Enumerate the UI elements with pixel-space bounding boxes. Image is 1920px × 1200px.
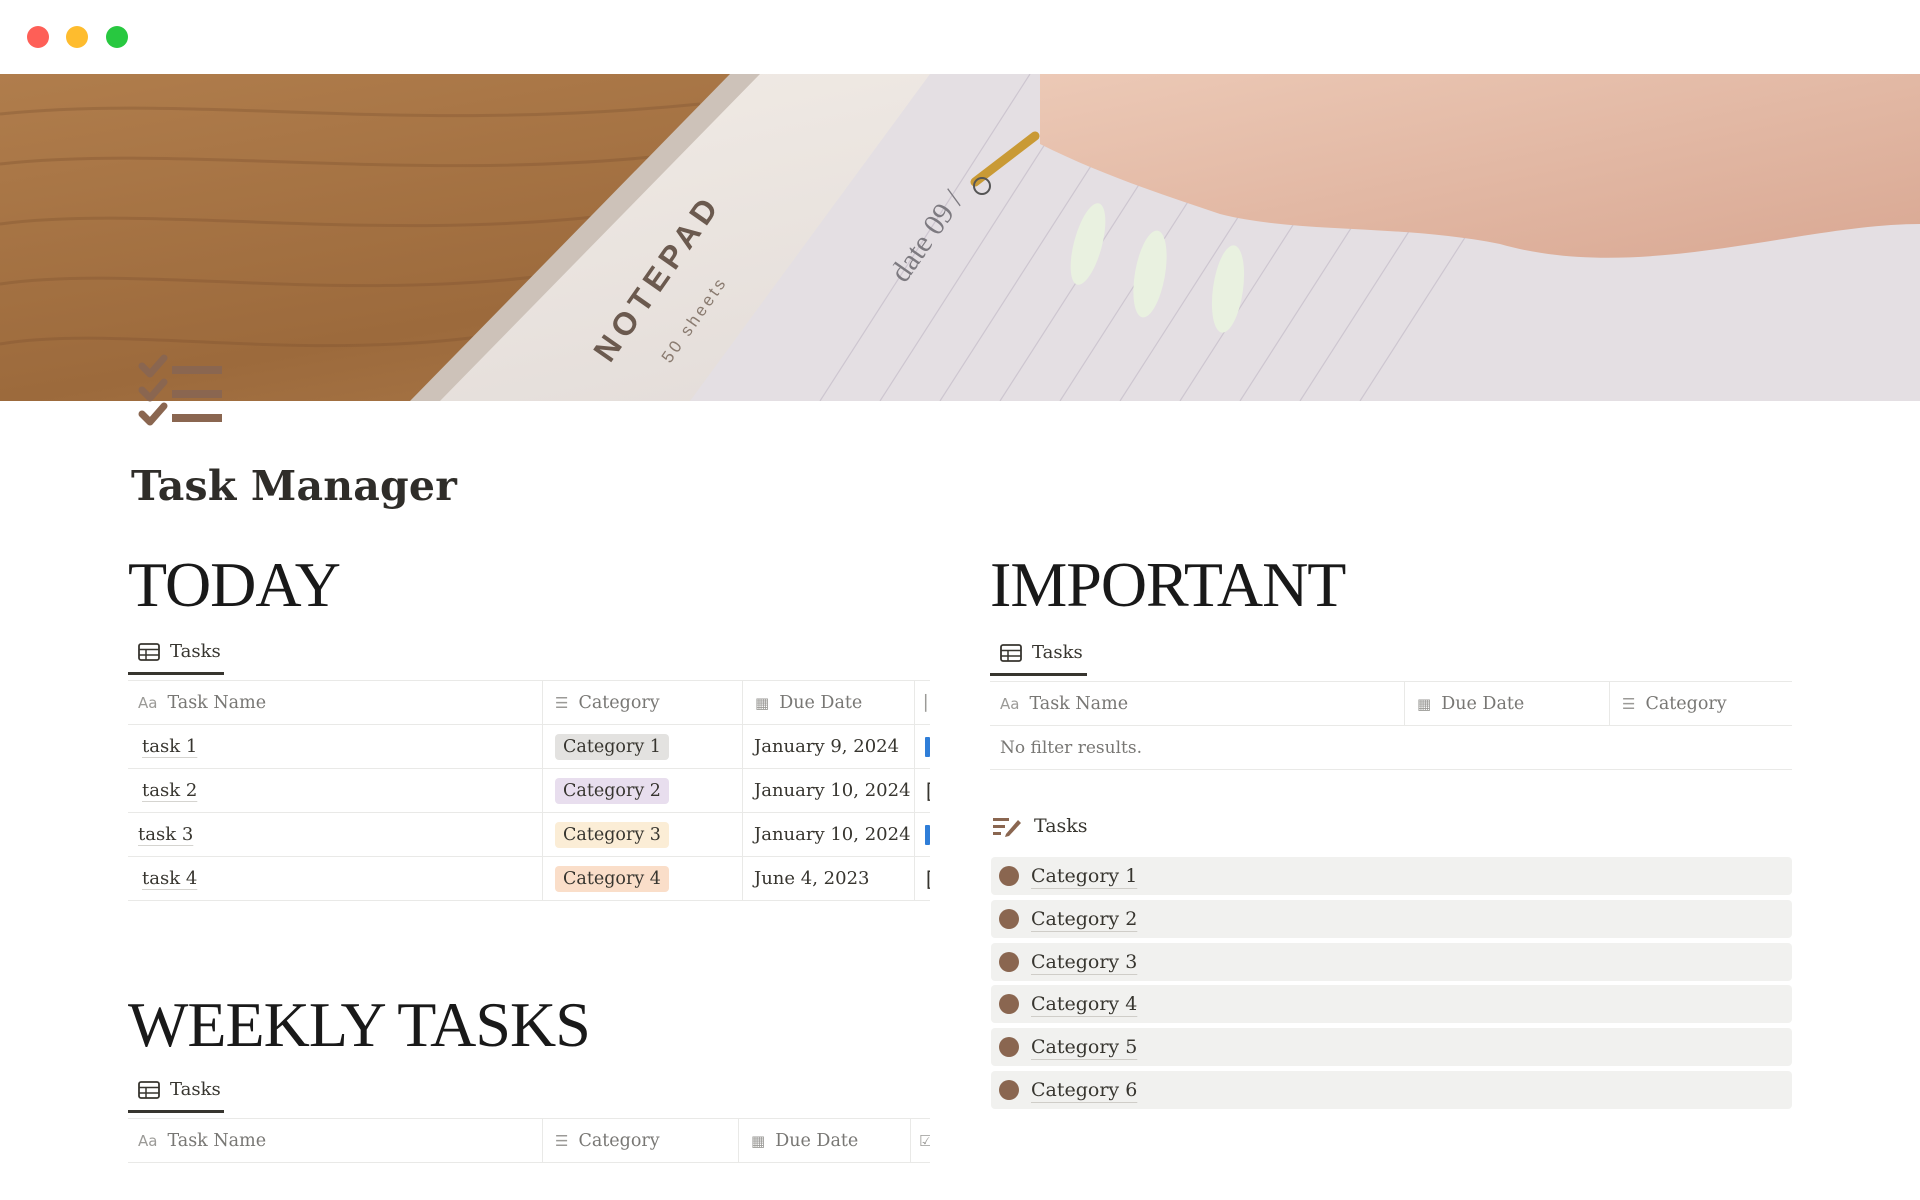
table-icon	[138, 1080, 160, 1099]
column-header-category[interactable]: ☰ Category	[543, 681, 743, 724]
list-property-icon: ☰	[555, 693, 569, 712]
column-header-due-date[interactable]: ▦ Due Date	[739, 1119, 911, 1162]
category-dot-icon	[999, 866, 1019, 886]
category-group-row[interactable]: Category 4	[991, 985, 1792, 1023]
table-header-row: Aa Task Name ☰ Category ▦ Due Date ▏	[128, 681, 930, 725]
status-indicator	[925, 824, 930, 845]
table-row[interactable]: task 2 Category 2 January 10, 2024 [	[128, 769, 930, 813]
due-date-cell[interactable]: June 4, 2023	[743, 857, 915, 900]
column-header-category[interactable]: ☰ Category	[543, 1119, 739, 1162]
cover-illustration: NOTEPAD 50 sheets date 09 /	[0, 74, 1920, 401]
cover-image[interactable]: NOTEPAD 50 sheets date 09 /	[0, 74, 1920, 401]
task-name-cell[interactable]: task 1	[128, 725, 543, 768]
status-indicator: [	[923, 867, 930, 891]
today-table: Aa Task Name ☰ Category ▦ Due Date ▏ tas…	[128, 680, 930, 905]
table-row[interactable]: task 1 Category 1 January 9, 2024	[128, 725, 930, 769]
page-title: Task Manager	[131, 462, 457, 510]
list-property-icon: ☰	[555, 1131, 569, 1150]
important-view-tab[interactable]: Tasks	[990, 632, 1087, 676]
category-group-row[interactable]: Category 2	[991, 900, 1792, 938]
close-window-button[interactable]	[27, 26, 49, 48]
important-heading: IMPORTANT	[990, 549, 1346, 620]
category-tag: Category 2	[555, 777, 669, 804]
weekly-table: Aa Task Name ☰ Category ▦ Due Date ☑	[128, 1118, 930, 1164]
weekly-heading: WEEKLY TASKS	[128, 989, 591, 1060]
checkbox-property-icon: ▏	[925, 694, 930, 712]
category-tag: Category 4	[555, 865, 669, 892]
empty-results-row: No filter results.	[990, 726, 1792, 770]
category-cell[interactable]: Category 4	[543, 857, 743, 900]
category-dot-icon	[999, 952, 1019, 972]
important-table: Aa Task Name ▦ Due Date ☰ Category No fi…	[990, 681, 1792, 771]
table-icon	[1000, 643, 1022, 662]
weekly-view-tab[interactable]: Tasks	[128, 1069, 224, 1113]
table-row[interactable]: task 4 Category 4 June 4, 2023 [	[128, 857, 930, 901]
minimize-window-button[interactable]	[66, 26, 88, 48]
important-view-label: Tasks	[1032, 642, 1083, 663]
weekly-view-label: Tasks	[170, 1079, 221, 1100]
calendar-icon: ▦	[755, 693, 770, 712]
column-header-checkbox[interactable]: ☑	[911, 1119, 930, 1162]
due-date-cell[interactable]: January 9, 2024	[743, 725, 915, 768]
category-group-row[interactable]: Category 5	[991, 1028, 1792, 1066]
today-heading: TODAY	[128, 549, 341, 620]
category-dot-icon	[999, 1080, 1019, 1100]
table-header-row: Aa Task Name ▦ Due Date ☰ Category	[990, 682, 1792, 726]
table-row[interactable]: task 3 Category 3 January 10, 2024	[128, 813, 930, 857]
task-name-cell[interactable]: task 3	[128, 813, 543, 856]
status-cell[interactable]	[915, 725, 930, 768]
today-view-label: Tasks	[170, 641, 221, 662]
status-indicator: [	[923, 779, 930, 803]
column-header-task-name[interactable]: Aa Task Name	[128, 681, 543, 724]
column-header-status[interactable]: ▏	[915, 681, 930, 724]
table-icon	[138, 642, 160, 661]
task-name-cell[interactable]: task 2	[128, 769, 543, 812]
category-cell[interactable]: Category 1	[543, 725, 743, 768]
edit-list-icon	[993, 818, 1021, 837]
text-property-icon: Aa	[1000, 694, 1020, 713]
category-dot-icon	[999, 1037, 1019, 1057]
text-property-icon: Aa	[138, 1131, 158, 1150]
due-date-cell[interactable]: January 10, 2024	[743, 769, 915, 812]
category-tag: Category 3	[555, 821, 669, 848]
column-header-due-date[interactable]: ▦ Due Date	[743, 681, 915, 724]
category-group-row[interactable]: Category 1	[991, 857, 1792, 895]
due-date-cell[interactable]: January 10, 2024	[743, 813, 915, 856]
zoom-window-button[interactable]	[106, 26, 128, 48]
column-header-due-date[interactable]: ▦ Due Date	[1405, 682, 1610, 725]
category-dot-icon	[999, 909, 1019, 929]
category-group-row[interactable]: Category 3	[991, 943, 1792, 981]
column-header-category[interactable]: ☰ Category	[1610, 682, 1792, 725]
window-titlebar	[0, 0, 1920, 74]
column-header-task-name[interactable]: Aa Task Name	[990, 682, 1405, 725]
today-view-tab[interactable]: Tasks	[128, 631, 224, 675]
checkbox-icon: ☑	[919, 1132, 930, 1150]
category-cell[interactable]: Category 2	[543, 769, 743, 812]
board-view-label: Tasks	[1034, 815, 1088, 837]
checklist-icon[interactable]	[132, 352, 228, 448]
calendar-icon: ▦	[1417, 694, 1432, 713]
board-view-header[interactable]: Tasks	[992, 815, 1088, 837]
category-group-row[interactable]: Category 6	[991, 1071, 1792, 1109]
category-dot-icon	[999, 994, 1019, 1014]
status-indicator	[925, 736, 930, 757]
status-cell[interactable]	[915, 813, 930, 856]
status-cell[interactable]: [	[915, 857, 930, 900]
calendar-icon: ▦	[751, 1131, 766, 1150]
table-header-row: Aa Task Name ☰ Category ▦ Due Date ☑	[128, 1119, 930, 1163]
list-property-icon: ☰	[1622, 694, 1636, 713]
category-tag: Category 1	[555, 733, 669, 760]
empty-state-text: No filter results.	[1000, 737, 1142, 758]
status-cell[interactable]: [	[915, 769, 930, 812]
text-property-icon: Aa	[138, 693, 158, 712]
category-cell[interactable]: Category 3	[543, 813, 743, 856]
column-header-task-name[interactable]: Aa Task Name	[128, 1119, 543, 1162]
task-name-cell[interactable]: task 4	[128, 857, 543, 900]
